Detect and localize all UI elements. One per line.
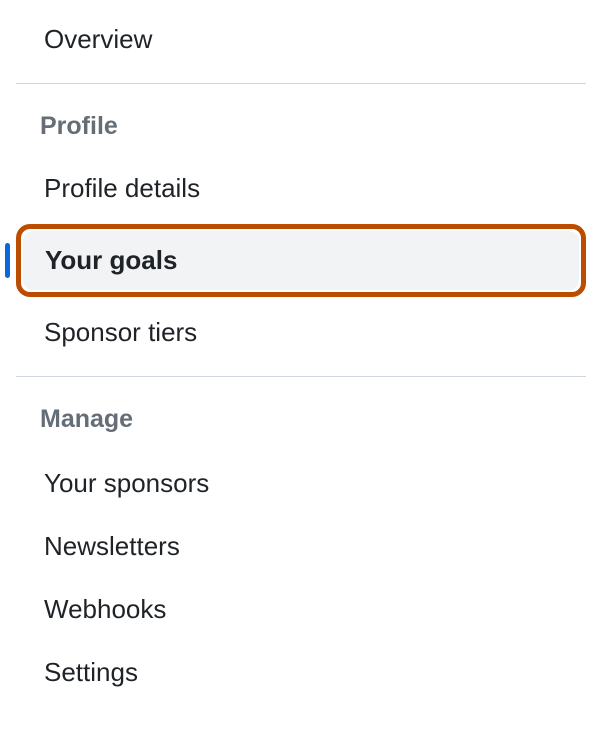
- nav-item-your-goals[interactable]: Your goals: [23, 231, 579, 290]
- section-manage: Your sponsors Newsletters Webhooks Setti…: [0, 452, 602, 718]
- nav-item-webhooks[interactable]: Webhooks: [0, 578, 602, 641]
- highlight-box: Your goals: [16, 224, 586, 297]
- nav-item-profile-details[interactable]: Profile details: [0, 159, 602, 218]
- nav-item-overview[interactable]: Overview: [0, 0, 602, 83]
- section-profile: Profile details Your goals Sponsor tiers: [0, 159, 602, 376]
- sidebar-nav: Overview Profile Profile details Your go…: [0, 0, 602, 718]
- nav-item-settings[interactable]: Settings: [0, 641, 602, 704]
- nav-item-your-sponsors[interactable]: Your sponsors: [0, 452, 602, 515]
- nav-item-newsletters[interactable]: Newsletters: [0, 515, 602, 578]
- nav-item-sponsor-tiers[interactable]: Sponsor tiers: [0, 303, 602, 362]
- section-header-profile: Profile: [0, 84, 602, 159]
- section-header-manage: Manage: [0, 377, 602, 452]
